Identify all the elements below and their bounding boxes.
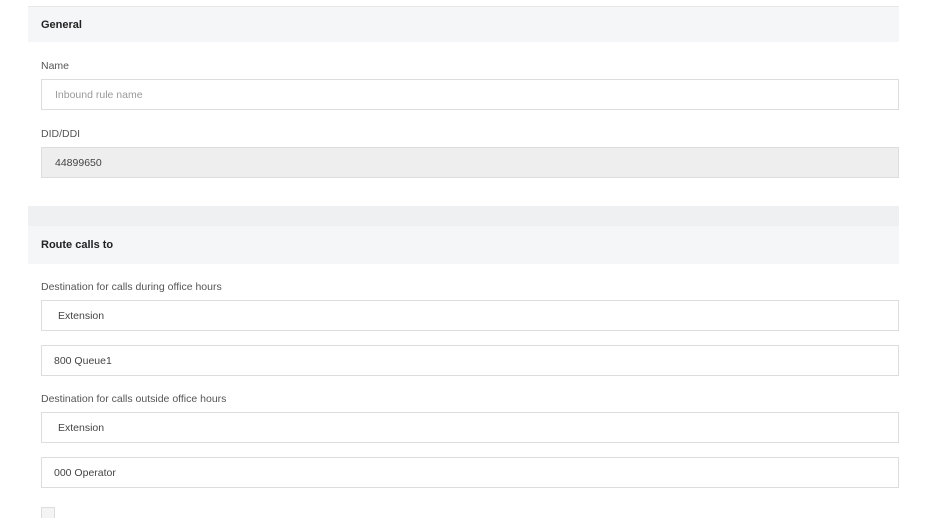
outside-hours-destination-value: 000 Operator — [54, 466, 116, 479]
outside-hours-type-value: Extension — [58, 421, 105, 434]
outside-hours-destination-select[interactable]: 000 Operator — [41, 457, 899, 488]
inbound-rule-form: General Name DID/DDI 44899650 Route call… — [0, 0, 947, 518]
office-hours-type-select[interactable]: Extension — [41, 300, 899, 331]
route-fields: Destination for calls during office hour… — [28, 0, 899, 518]
office-hours-destination-value: 800 Queue1 — [54, 354, 112, 367]
office-hours-label: Destination for calls during office hour… — [41, 281, 222, 293]
outside-hours-label: Destination for calls outside office hou… — [41, 393, 227, 405]
checkbox[interactable] — [41, 507, 55, 518]
office-hours-destination-select[interactable]: 800 Queue1 — [41, 345, 899, 376]
office-hours-type-value: Extension — [58, 309, 105, 322]
outside-hours-type-select[interactable]: Extension — [41, 412, 899, 443]
